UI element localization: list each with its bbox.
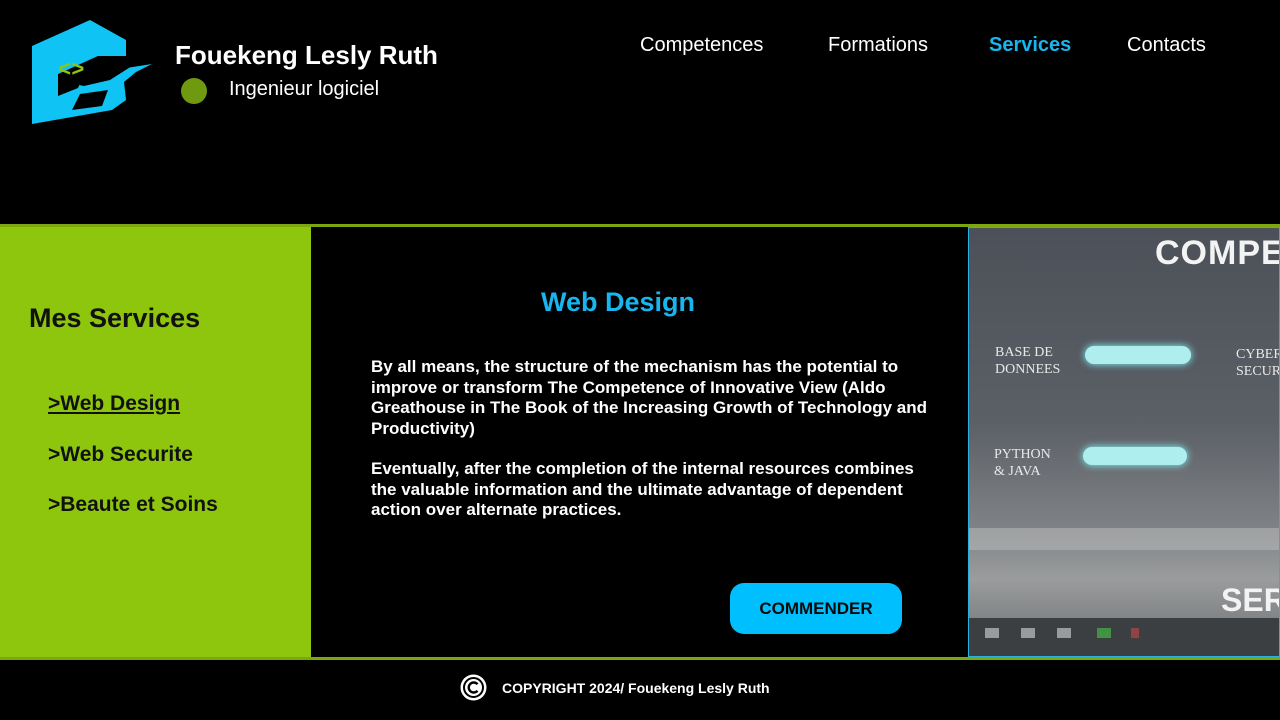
service-link-beaute-soins[interactable]: >Beaute et Soins <box>48 493 218 517</box>
preview-skill-bar <box>1083 447 1187 465</box>
main-nav: Competences Formations Services Contacts <box>0 34 1280 64</box>
taskbar-icon <box>1097 628 1111 638</box>
service-title: Web Design <box>311 287 925 318</box>
nav-contacts[interactable]: Contacts <box>1127 34 1206 57</box>
preview-heading-text: COMPE <box>1155 234 1280 272</box>
service-details: Web Design By all means, the structure o… <box>311 227 968 657</box>
sidebar-title: Mes Services <box>29 303 201 333</box>
order-button[interactable]: COMMENDER <box>730 583 902 634</box>
taskbar-icon <box>1021 628 1035 638</box>
preview-band <box>969 528 1279 550</box>
nav-services[interactable]: Services <box>989 34 1071 57</box>
nav-formations[interactable]: Formations <box>828 34 928 57</box>
preview-skill-bar <box>1085 346 1191 364</box>
taskbar-icon <box>1131 628 1139 638</box>
preview-label-cyber: CYBER SECUR <box>1236 347 1280 379</box>
service-paragraph-2: Eventually, after the completion of the … <box>371 459 914 519</box>
taskbar-icon <box>985 628 999 638</box>
taskbar-icon <box>1057 628 1071 638</box>
service-link-web-securite[interactable]: >Web Securite <box>48 443 193 467</box>
preview-label-database: BASE DE DONNEES <box>995 345 1061 377</box>
services-sidebar: Mes Services >Web Design >Web Securite >… <box>0 227 311 657</box>
site-footer: COPYRIGHT 2024/ Fouekeng Lesly Ruth <box>0 660 1280 720</box>
service-title-text: Web Design <box>540 287 696 317</box>
preview-bottom-text: SER <box>1221 582 1279 618</box>
copyright-text: COPYRIGHT 2024/ Fouekeng Lesly Ruth <box>502 680 770 696</box>
site-header: <> Fouekeng Lesly Ruth Ingenieur logicie… <box>0 0 1280 224</box>
status-dot <box>181 78 207 104</box>
service-link-web-design[interactable]: >Web Design <box>48 392 180 416</box>
preview-label-python: PYTHON & JAVA <box>994 447 1051 479</box>
job-title: Ingenieur logiciel <box>229 78 380 100</box>
preview-taskbar <box>969 618 1279 656</box>
copyright-icon <box>460 674 487 701</box>
service-preview-image: COMPE BASE DE DONNEES CYBER SECUR PYTHON… <box>968 227 1280 657</box>
service-paragraph-1: By all means, the structure of the mecha… <box>371 357 928 438</box>
nav-competences[interactable]: Competences <box>640 34 763 57</box>
